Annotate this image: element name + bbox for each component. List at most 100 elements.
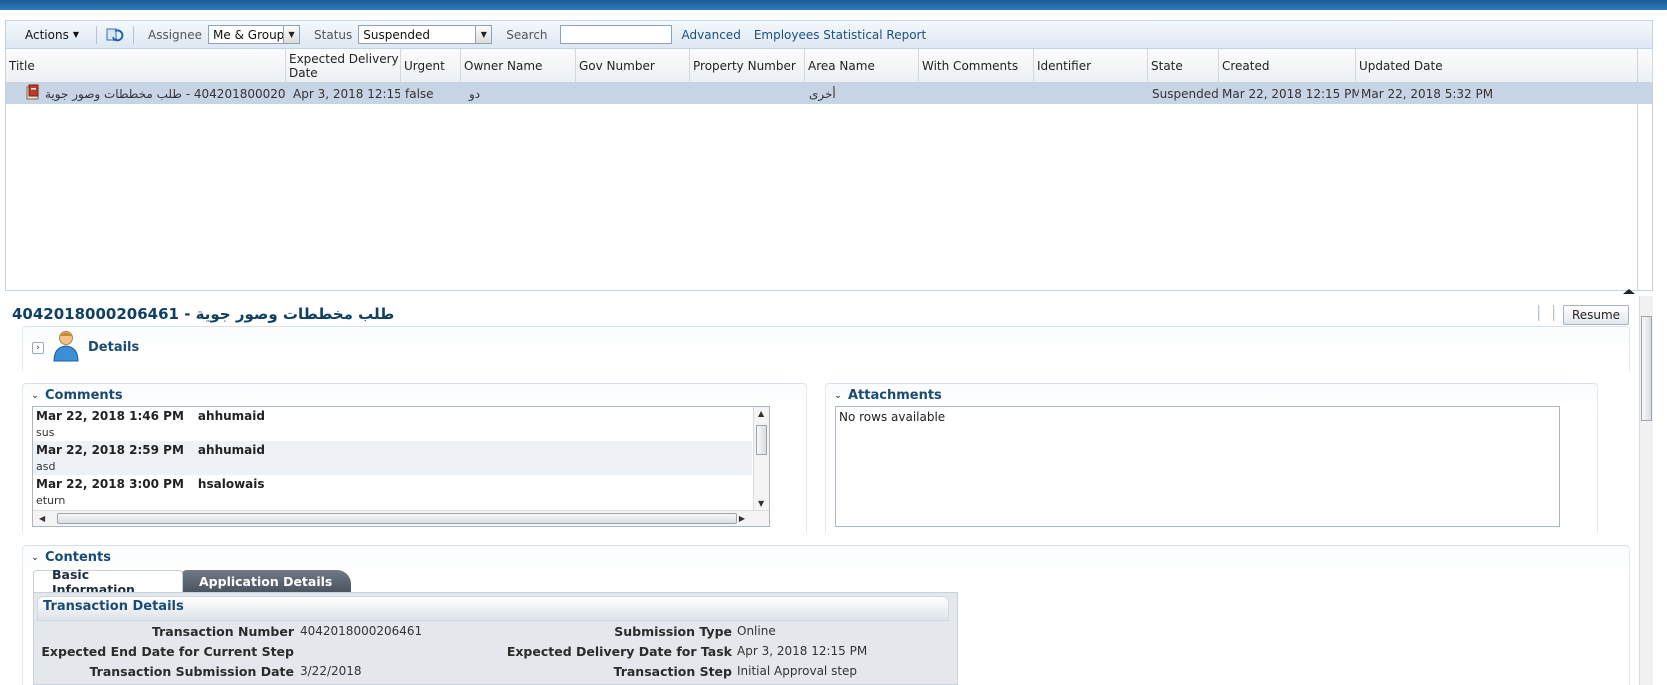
toolbar-separator <box>1553 305 1555 321</box>
top-banner <box>0 0 1667 10</box>
comment-user: hsalowais <box>197 477 265 491</box>
scroll-up-icon[interactable]: ▲ <box>758 409 764 418</box>
assignee-select[interactable]: Me & Group ▼ <box>208 25 301 44</box>
comments-horizontal-scrollbar[interactable]: ◀ ▶ <box>33 510 769 526</box>
field-value: Online <box>737 624 776 638</box>
task-detail-title: طلب مخططات وصور جوية - 4042018000206461 <box>12 305 395 323</box>
assignee-value: Me & Group <box>213 27 285 42</box>
task-title-text: أخرى - 4042018000206461 - طلب مخططات وصو… <box>45 86 286 101</box>
cell-created: Mar 22, 2018 12:15 PM <box>1222 86 1359 101</box>
column-header-created[interactable]: Created <box>1219 49 1356 83</box>
attachments-label: Attachments <box>848 388 942 403</box>
scroll-right-icon[interactable]: ▶ <box>739 514 745 523</box>
collapse-icon[interactable]: ⌄ <box>832 390 844 402</box>
details-panel <box>22 326 1630 371</box>
user-icon <box>52 330 80 365</box>
comments-vertical-scrollbar[interactable]: ▲ ▼ <box>753 407 769 510</box>
field-label: Transaction Submission Date <box>89 664 294 679</box>
field-label: Transaction Number <box>151 624 294 639</box>
column-header-urgent[interactable]: Urgent <box>401 49 461 83</box>
cell-expected-delivery: Apr 3, 2018 12:15 PM <box>293 86 400 101</box>
table-scrollbar-track <box>1637 49 1638 290</box>
attachments-list: No rows available <box>835 406 1560 527</box>
cell-title: أخرى - 4042018000206461 - طلب مخططات وصو… <box>22 83 286 104</box>
column-header-area-name[interactable]: Area Name <box>805 49 919 83</box>
column-header-property-number[interactable]: Property Number <box>690 49 805 83</box>
field-label: Submission Type <box>614 624 732 639</box>
assignee-label: Assignee <box>148 27 203 42</box>
actions-menu[interactable]: Actions ▼ <box>16 25 88 45</box>
column-header-state[interactable]: State <box>1148 49 1219 83</box>
field-label: Transaction Step <box>613 664 732 679</box>
status-label: Status <box>314 27 353 42</box>
details-header[interactable]: › Details <box>32 330 139 365</box>
separator <box>96 25 97 44</box>
separator <box>133 25 134 44</box>
tab-application-details[interactable]: Application Details <box>181 570 351 592</box>
comment-user: ahhumaid <box>197 443 265 457</box>
cell-owner-name: دو <box>469 86 481 101</box>
scroll-down-icon[interactable]: ▼ <box>758 499 764 508</box>
advanced-link[interactable]: Advanced <box>682 28 741 42</box>
comment-item: Mar 22, 2018 2:59 PM ahhumaid asd <box>33 441 752 475</box>
refresh-icon[interactable] <box>105 26 125 44</box>
comment-text: asd <box>36 460 56 473</box>
column-header-identifier[interactable]: Identifier <box>1034 49 1148 83</box>
splitter-collapse-icon[interactable] <box>1617 287 1641 296</box>
scroll-left-icon[interactable]: ◀ <box>39 514 45 523</box>
cell-identifier <box>1034 83 1148 104</box>
column-header-expected-delivery[interactable]: Expected Delivery Date <box>286 49 401 83</box>
cell-area-name: أخرى <box>809 86 836 101</box>
attachments-header[interactable]: ⌄ Attachments <box>832 388 942 403</box>
collapse-icon[interactable]: ⌄ <box>29 390 41 402</box>
cell-urgent: false <box>405 86 434 101</box>
field-value: 4042018000206461 <box>300 624 423 638</box>
cell-property-number <box>690 83 805 104</box>
table-row[interactable]: أخرى - 4042018000206461 - طلب مخططات وصو… <box>6 83 1652 104</box>
details-label: Details <box>88 340 140 355</box>
actions-label: Actions <box>25 27 69 42</box>
column-header-updated-date[interactable]: Updated Date <box>1356 49 1653 83</box>
expand-icon[interactable]: › <box>32 341 44 354</box>
cell-updated-date: Mar 22, 2018 5:32 PM <box>1361 86 1494 101</box>
column-header-gov-number[interactable]: Gov Number <box>576 49 690 83</box>
cell-with-comments <box>919 83 1034 104</box>
collapse-icon[interactable]: ⌄ <box>29 552 41 564</box>
section-title: Transaction Details <box>43 599 184 614</box>
comment-text: sus <box>36 426 55 439</box>
field-label: Expected Delivery Date for Task <box>506 644 732 659</box>
scrollbar-thumb[interactable] <box>756 425 767 455</box>
cell-state: Suspended <box>1152 86 1219 101</box>
toolbar-separator <box>1538 305 1540 321</box>
comments-header[interactable]: ⌄ Comments <box>29 388 123 403</box>
comment-date: Mar 22, 2018 3:00 PM <box>36 477 184 491</box>
task-table: Title Expected Delivery Date Urgent Owne… <box>5 48 1653 291</box>
field-label: Expected End Date for Current Step <box>41 644 294 659</box>
attachments-empty-text: No rows available <box>839 410 946 424</box>
caret-down-icon: ▼ <box>72 30 79 39</box>
page-scrollbar[interactable] <box>1639 296 1653 685</box>
column-header-with-comments[interactable]: With Comments <box>919 49 1034 83</box>
tab-basic-information[interactable]: Basic Information <box>33 567 183 597</box>
table-header: Title Expected Delivery Date Urgent Owne… <box>6 49 1653 83</box>
scrollbar-thumb[interactable] <box>1641 316 1652 421</box>
status-select[interactable]: Suspended ▼ <box>358 25 493 44</box>
comment-user: ahhumaid <box>197 409 265 423</box>
dropdown-arrow-icon[interactable]: ▼ <box>475 26 492 43</box>
status-value: Suspended <box>363 27 430 42</box>
column-header-title[interactable]: Title <box>6 49 286 83</box>
comment-item: Mar 22, 2018 1:46 PM ahhumaid sus <box>33 407 752 441</box>
comment-date: Mar 22, 2018 1:46 PM <box>36 409 184 423</box>
comments-label: Comments <box>45 388 123 403</box>
column-header-owner-name[interactable]: Owner Name <box>461 49 576 83</box>
field-value: Initial Approval step <box>737 664 858 678</box>
employees-report-link[interactable]: Employees Statistical Report <box>754 28 926 42</box>
scrollbar-thumb[interactable] <box>57 513 737 524</box>
comment-item: Mar 22, 2018 3:00 PM hsalowais eturn <box>33 475 752 509</box>
search-input[interactable] <box>559 25 672 44</box>
task-icon <box>25 84 41 103</box>
dropdown-arrow-icon[interactable]: ▼ <box>283 26 300 43</box>
resume-button[interactable]: Resume <box>1563 305 1629 325</box>
contents-header[interactable]: ⌄ Contents <box>29 550 111 565</box>
comment-text: eturn <box>36 494 66 507</box>
